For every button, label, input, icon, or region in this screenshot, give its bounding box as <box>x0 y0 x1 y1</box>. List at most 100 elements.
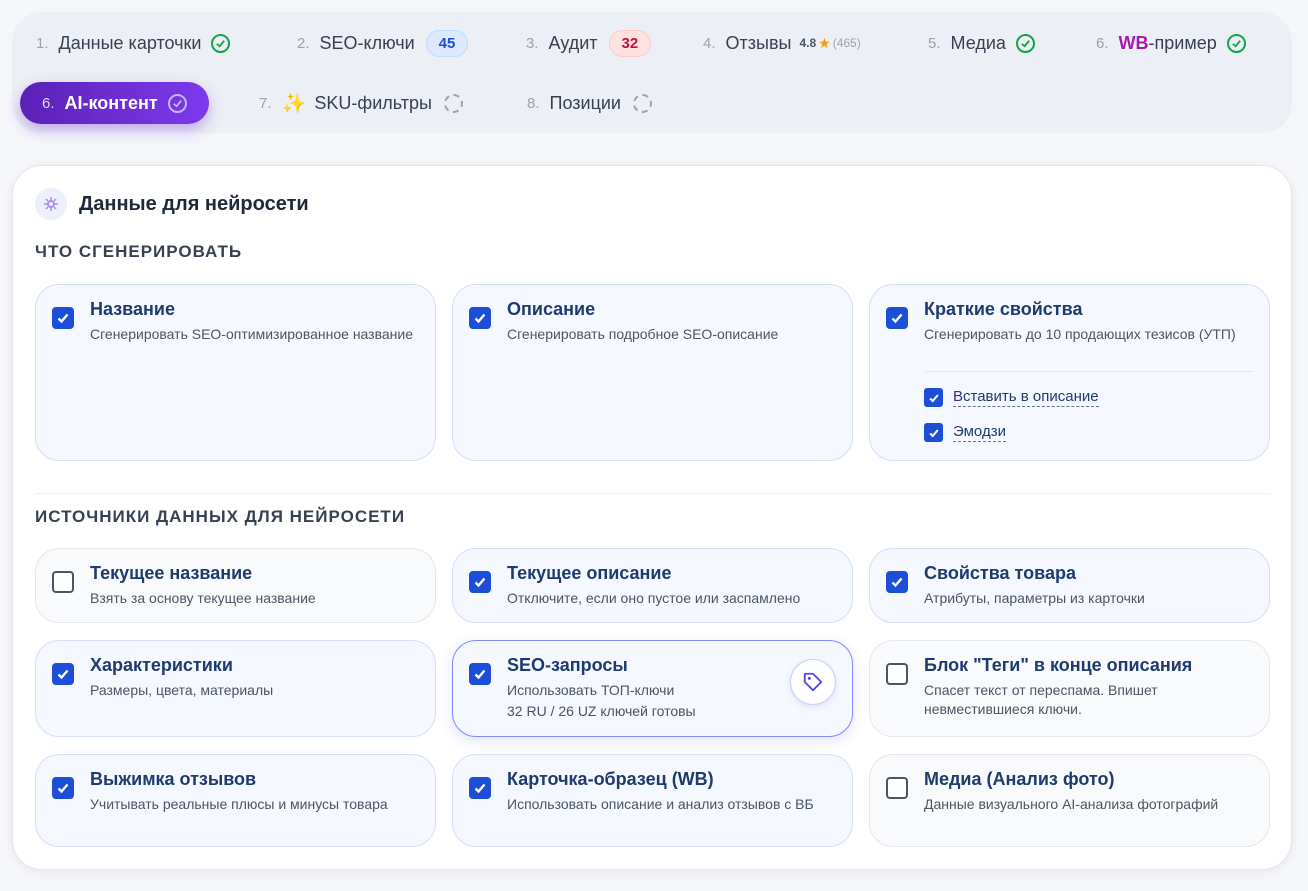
source-media-analysis[interactable]: Медиа (Анализ фото) Данные визуального A… <box>869 754 1270 847</box>
option-title-label: Свойства товара <box>924 563 1076 583</box>
star-icon: ★ <box>818 34 831 51</box>
tab-label-rest: -пример <box>1148 32 1217 53</box>
rating-value: 4.8 <box>799 36 817 50</box>
source-characteristics[interactable]: Характеристики Размеры, цвета, материалы <box>35 640 436 737</box>
source-sample-card[interactable]: Карточка-образец (WB) Использовать описа… <box>452 754 853 847</box>
tab-label: AI-контент <box>64 92 158 113</box>
tab-number: 7. <box>259 94 272 112</box>
option-desc: Спасет текст от переспама. Впишет невмес… <box>924 682 1158 717</box>
pending-circle-icon <box>443 93 463 113</box>
step-tabs: 1. Данные карточки 2. SEO-ключи 45 3. Ау… <box>12 12 1292 133</box>
card-header: Данные для нейросети <box>35 188 309 220</box>
source-tags-block[interactable]: Блок "Теги" в конце описания Спасет текс… <box>869 640 1270 737</box>
tab-number: 3. <box>526 34 539 52</box>
tab-label: Отзывы <box>725 32 792 53</box>
rating-count: (465) <box>832 36 861 50</box>
tab-sku-filters[interactable]: 7. ✨ SKU-фильтры <box>259 82 463 124</box>
tab-label: SKU-фильтры <box>314 92 432 113</box>
emoji-checkbox[interactable] <box>924 423 943 442</box>
tab-number: 1. <box>36 34 49 52</box>
tab-card-data[interactable]: 1. Данные карточки <box>36 22 231 64</box>
checkbox[interactable] <box>886 777 908 799</box>
tab-ai-content[interactable]: 6. AI-контент <box>20 82 209 124</box>
check-circle-icon <box>167 93 187 113</box>
source-product-props[interactable]: Свойства товара Атрибуты, параметры из к… <box>869 548 1270 623</box>
insert-in-desc-label[interactable]: Вставить в описание <box>953 388 1099 407</box>
option-desc: Учитывать реальные плюсы и минусы товара <box>90 796 388 812</box>
source-current-desc[interactable]: Текущее описание Отключите, если оно пус… <box>452 548 853 623</box>
tab-label: Данные карточки <box>58 32 202 53</box>
ai-data-card: Данные для нейросети ЧТО СГЕНЕРИРОВАТЬ Н… <box>12 165 1292 870</box>
tag-icon <box>803 672 823 692</box>
checkbox[interactable] <box>469 663 491 685</box>
option-title-label: Блок "Теги" в конце описания <box>924 655 1193 675</box>
check-circle-icon <box>1015 33 1035 53</box>
option-desc: Использовать описание и анализ отзывов с… <box>507 796 814 812</box>
tab-reviews[interactable]: 4. Отзывы 4.8 ★ (465) <box>703 22 861 64</box>
tab-audit[interactable]: 3. Аудит 32 <box>526 22 652 64</box>
tab-positions[interactable]: 8. Позиции <box>527 82 652 124</box>
count-badge: 32 <box>608 29 652 57</box>
option-title-label: Выжимка отзывов <box>90 769 257 789</box>
option-short-props[interactable]: Краткие свойства Сгенерировать до 10 про… <box>869 284 1270 461</box>
option-title-label: Текущее название <box>90 563 253 583</box>
count-badge: 45 <box>425 29 469 57</box>
checkbox[interactable] <box>886 571 908 593</box>
checkbox[interactable] <box>886 307 908 329</box>
checkbox[interactable] <box>52 777 74 799</box>
emoji-label[interactable]: Эмодзи <box>953 423 1006 442</box>
tab-number: 6. <box>42 94 55 112</box>
option-title-label: Название <box>90 299 175 319</box>
tab-number: 8. <box>527 94 540 112</box>
section-title-generate: ЧТО СГЕНЕРИРОВАТЬ <box>35 242 243 261</box>
option-desc: Использовать ТОП-ключи <box>507 682 675 698</box>
tab-media[interactable]: 5. Медиа <box>928 22 1035 64</box>
tab-label: Позиции <box>549 92 621 113</box>
tab-label: SEO-ключи <box>319 32 415 53</box>
sparkle-icon: ✨ <box>281 92 307 115</box>
option-desc: Отключите, если оно пустое или заспамлен… <box>507 590 801 606</box>
checkbox[interactable] <box>52 571 74 593</box>
option-title-label: SEO-запросы <box>507 655 628 675</box>
tab-seo-keys[interactable]: 2. SEO-ключи 45 <box>297 22 469 64</box>
option-desc: Взять за основу текущее название <box>90 590 316 606</box>
keys-ready-count: 32 RU / 26 UZ ключей готовы <box>507 703 696 719</box>
option-title-label: Описание <box>507 299 596 319</box>
tab-label: WB-пример <box>1119 33 1217 54</box>
source-reviews-summary[interactable]: Выжимка отзывов Учитывать реальные плюсы… <box>35 754 436 847</box>
section-title-sources: ИСТОЧНИКИ ДАННЫХ ДЛЯ НЕЙРОСЕТИ <box>35 507 406 526</box>
tab-wb-example[interactable]: 6. WB-пример <box>1096 22 1246 64</box>
wb-brand: WB <box>1118 32 1149 53</box>
divider <box>924 371 1253 372</box>
option-desc: Сгенерировать подробное SEO-описание <box>507 326 779 342</box>
source-seo-queries[interactable]: SEO-запросы Использовать ТОП-ключи 32 RU… <box>452 640 853 737</box>
checkbox[interactable] <box>469 777 491 799</box>
option-title-label: Карточка-образец (WB) <box>507 769 714 789</box>
tab-label: Аудит <box>548 32 598 53</box>
checkbox[interactable] <box>52 307 74 329</box>
checkbox[interactable] <box>52 663 74 685</box>
checkbox[interactable] <box>469 571 491 593</box>
checkbox[interactable] <box>469 307 491 329</box>
option-title-label: Краткие свойства <box>924 299 1083 319</box>
section-divider <box>35 493 1271 494</box>
checkbox[interactable] <box>886 663 908 685</box>
option-description[interactable]: Описание Сгенерировать подробное SEO-опи… <box>452 284 853 461</box>
option-desc: Размеры, цвета, материалы <box>90 682 274 698</box>
card-title: Данные для нейросети <box>79 192 309 215</box>
tab-number: 4. <box>703 34 716 52</box>
rating: 4.8 ★ (465) <box>799 35 860 52</box>
option-desc: Атрибуты, параметры из карточки <box>924 590 1145 606</box>
check-circle-icon <box>211 33 231 53</box>
option-title-label: Характеристики <box>90 655 233 675</box>
pending-circle-icon <box>633 93 652 113</box>
source-current-title[interactable]: Текущее название Взять за основу текущее… <box>35 548 436 623</box>
option-desc: Сгенерировать до 10 продающих тезисов (У… <box>924 326 1236 342</box>
option-title[interactable]: Название Сгенерировать SEO-оптимизирован… <box>35 284 436 461</box>
tab-number: 5. <box>928 34 941 52</box>
tab-label: Медиа <box>950 32 1006 53</box>
tags-button[interactable] <box>790 659 836 705</box>
option-title-label: Текущее описание <box>507 563 672 583</box>
insert-in-desc-checkbox[interactable] <box>924 388 943 407</box>
option-desc: Сгенерировать SEO-оптимизированное назва… <box>90 326 414 342</box>
